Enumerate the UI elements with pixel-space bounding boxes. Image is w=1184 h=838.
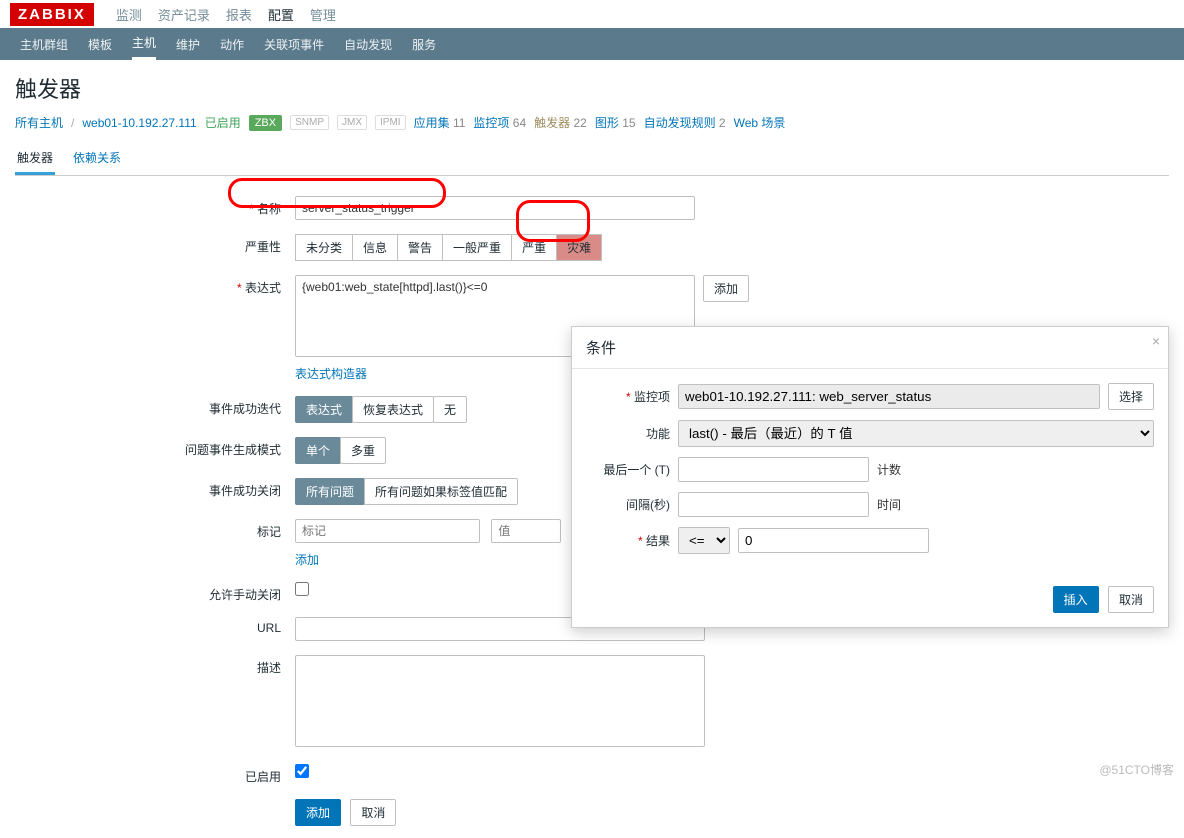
subnav-hosts[interactable]: 主机 (132, 28, 156, 60)
proto-snmp: SNMP (290, 115, 329, 130)
ok-closes-tagged[interactable]: 所有问题如果标签值匹配 (364, 478, 518, 505)
sev-warning[interactable]: 警告 (397, 234, 443, 261)
bc-web[interactable]: Web 场景 (734, 114, 786, 131)
label-severity: 严重性 (15, 234, 295, 255)
tab-dependencies[interactable]: 依赖关系 (71, 143, 123, 175)
desc-textarea[interactable] (295, 655, 705, 747)
page-title: 触发器 (15, 72, 1169, 104)
sev-disaster[interactable]: 灾难 (556, 234, 602, 261)
bc-triggers[interactable]: 触发器 22 (534, 114, 587, 131)
proto-jmx: JMX (337, 115, 367, 130)
problem-mode-single[interactable]: 单个 (295, 437, 341, 464)
modal-insert-button[interactable]: 插入 (1053, 586, 1099, 613)
tag-name-input[interactable] (295, 519, 480, 543)
modal-result-input[interactable] (738, 528, 929, 553)
topnav-reports[interactable]: 报表 (226, 5, 252, 24)
label-url: URL (15, 617, 295, 635)
subnav-correlation[interactable]: 关联项事件 (264, 36, 324, 53)
name-input[interactable] (295, 196, 695, 220)
label-enabled: 已启用 (15, 764, 295, 785)
label-ok-event-gen: 事件成功迭代 (15, 396, 295, 417)
breadcrumb: 所有主机 / web01-10.192.27.111 已启用 ZBX SNMP … (15, 114, 1169, 131)
mlabel-item: 监控项 (586, 388, 670, 405)
ok-closes-all[interactable]: 所有问题 (295, 478, 365, 505)
modal-title: 条件 (572, 327, 1168, 369)
modal-item-select-button[interactable]: 选择 (1108, 383, 1154, 410)
submit-button[interactable]: 添加 (295, 799, 341, 826)
mlabel-result: 结果 (586, 532, 670, 549)
topnav-monitoring[interactable]: 监测 (116, 5, 142, 24)
modal-cancel-button[interactable]: 取消 (1108, 586, 1154, 613)
label-ok-closes: 事件成功关闭 (15, 478, 295, 499)
sev-not-classified[interactable]: 未分类 (295, 234, 353, 261)
allow-manual-checkbox[interactable] (295, 582, 309, 596)
bc-all-hosts[interactable]: 所有主机 (15, 114, 63, 131)
mlabel-interval: 间隔(秒) (586, 496, 670, 513)
tag-add-link[interactable]: 添加 (295, 553, 319, 567)
subnav-maintenance[interactable]: 维护 (176, 36, 200, 53)
zbx-badge: ZBX (249, 115, 282, 131)
condition-modal: × 条件 监控项 选择 功能 last() - 最后（最近）的 T 值 最后一个… (571, 326, 1169, 628)
top-navbar: ZABBIX 监测 资产记录 报表 配置 管理 (0, 0, 1184, 28)
ok-gen-recovery[interactable]: 恢复表达式 (352, 396, 434, 423)
logo: ZABBIX (10, 3, 94, 26)
sev-high[interactable]: 严重 (511, 234, 557, 261)
modal-func-select[interactable]: last() - 最后（最近）的 T 值 (678, 420, 1154, 447)
expression-builder-link[interactable]: 表达式构造器 (295, 367, 367, 381)
tag-value-input[interactable] (491, 519, 561, 543)
subnav-templates[interactable]: 模板 (88, 36, 112, 53)
ok-gen-none[interactable]: 无 (433, 396, 467, 423)
modal-interval-unit: 时间 (877, 496, 1154, 513)
tab-bar: 触发器 依赖关系 (15, 143, 1169, 176)
modal-op-select[interactable]: <= (678, 527, 730, 554)
topnav-admin[interactable]: 管理 (310, 5, 336, 24)
bc-discovery-rules[interactable]: 自动发现规则 2 (644, 114, 726, 131)
label-tags: 标记 (15, 519, 295, 540)
subnav-services[interactable]: 服务 (412, 36, 436, 53)
label-problem-mode: 问题事件生成模式 (15, 437, 295, 458)
bc-host[interactable]: web01-10.192.27.111 (82, 116, 196, 130)
enabled-checkbox[interactable] (295, 764, 309, 778)
subnav-actions[interactable]: 动作 (220, 36, 244, 53)
sev-info[interactable]: 信息 (352, 234, 398, 261)
problem-mode-multiple[interactable]: 多重 (340, 437, 386, 464)
modal-lastt-unit: 计数 (877, 461, 1154, 478)
subnav-hostgroups[interactable]: 主机群组 (20, 36, 68, 53)
bc-items[interactable]: 监控项 64 (473, 114, 526, 131)
label-expression: 表达式 (15, 275, 295, 296)
modal-lastt-input[interactable] (678, 457, 869, 482)
modal-interval-input[interactable] (678, 492, 869, 517)
bc-graphs[interactable]: 图形 15 (595, 114, 636, 131)
cancel-button[interactable]: 取消 (350, 799, 396, 826)
mlabel-lastt: 最后一个 (T) (586, 461, 670, 478)
mlabel-func: 功能 (586, 425, 670, 442)
topnav-inventory[interactable]: 资产记录 (158, 5, 210, 24)
modal-close-icon[interactable]: × (1152, 333, 1160, 349)
label-desc: 描述 (15, 655, 295, 676)
topnav-config[interactable]: 配置 (268, 5, 294, 24)
label-allow-manual: 允许手动关闭 (15, 582, 295, 603)
sev-average[interactable]: 一般严重 (442, 234, 512, 261)
subnav-discovery[interactable]: 自动发现 (344, 36, 392, 53)
ok-gen-expression[interactable]: 表达式 (295, 396, 353, 423)
bc-status: 已启用 (205, 114, 241, 131)
expression-add-button[interactable]: 添加 (703, 275, 749, 302)
sub-navbar: 主机群组 模板 主机 维护 动作 关联项事件 自动发现 服务 (0, 28, 1184, 60)
bc-applications[interactable]: 应用集 11 (414, 114, 466, 131)
tab-trigger[interactable]: 触发器 (15, 143, 55, 175)
proto-ipmi: IPMI (375, 115, 406, 130)
watermark: @51CTO博客 (1099, 761, 1174, 778)
modal-item-input[interactable] (678, 384, 1100, 409)
label-name: 名称 (15, 196, 295, 217)
